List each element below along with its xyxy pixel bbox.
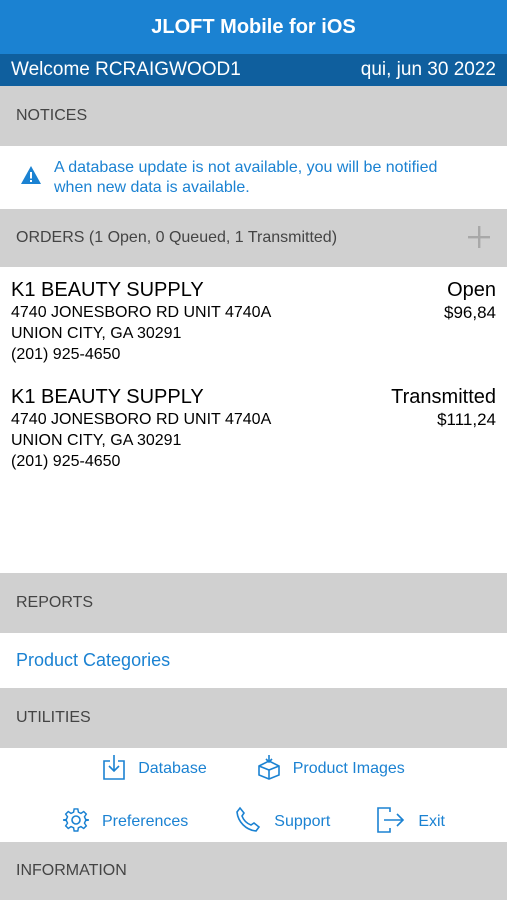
order-amount: $111,24 bbox=[437, 410, 496, 429]
product-categories-link[interactable]: Product Categories bbox=[0, 633, 507, 688]
notices-title: NOTICES bbox=[16, 107, 88, 124]
information-header: INFORMATION bbox=[0, 842, 507, 900]
phone-icon bbox=[234, 806, 274, 839]
order-item[interactable]: K1 BEAUTY SUPPLY 4740 JONESBORO RD UNIT … bbox=[0, 279, 507, 365]
orders-list: K1 BEAUTY SUPPLY 4740 JONESBORO RD UNIT … bbox=[0, 267, 507, 573]
order-address1: 4740 JONESBORO RD UNIT 4740A bbox=[11, 304, 272, 321]
database-label: Database bbox=[138, 760, 207, 777]
order-phone: (201) 925-4650 bbox=[11, 453, 121, 470]
exit-button[interactable]: Exit bbox=[376, 806, 445, 839]
welcome-bar: Welcome RCRAIGWOOD1 qui, jun 30 2022 bbox=[0, 54, 507, 86]
notice-message: A database update is not available, you … bbox=[0, 146, 507, 209]
information-title: INFORMATION bbox=[16, 862, 127, 879]
warning-icon bbox=[20, 165, 42, 190]
exit-label: Exit bbox=[418, 813, 445, 830]
product-categories-label: Product Categories bbox=[16, 650, 171, 670]
support-label: Support bbox=[274, 813, 331, 830]
order-customer: K1 BEAUTY SUPPLY bbox=[11, 279, 204, 301]
orders-title: ORDERS (1 Open, 0 Queued, 1 Transmitted) bbox=[16, 229, 338, 246]
order-status: Open bbox=[447, 279, 496, 301]
order-phone: (201) 925-4650 bbox=[11, 346, 121, 363]
product-images-label: Product Images bbox=[292, 760, 405, 777]
reports-title: REPORTS bbox=[16, 594, 94, 611]
utilities-row-1: Database Product Images bbox=[0, 748, 507, 790]
notice-text-line2: when new data is available. bbox=[54, 178, 250, 196]
notice-text-line1: A database update is not available, you … bbox=[54, 158, 438, 176]
product-images-box-icon bbox=[257, 754, 293, 785]
order-status: Transmitted bbox=[391, 386, 496, 408]
order-address1: 4740 JONESBORO RD UNIT 4740A bbox=[11, 411, 272, 428]
preferences-label: Preferences bbox=[102, 813, 189, 830]
order-item[interactable]: K1 BEAUTY SUPPLY 4740 JONESBORO RD UNIT … bbox=[0, 386, 507, 472]
preferences-button[interactable]: Preferences bbox=[62, 806, 188, 839]
support-button[interactable]: Support bbox=[234, 806, 330, 839]
utilities-title: UTILITIES bbox=[16, 709, 91, 726]
order-customer: K1 BEAUTY SUPPLY bbox=[11, 386, 204, 408]
plus-icon[interactable] bbox=[467, 221, 491, 255]
product-images-button[interactable]: Product Images bbox=[257, 754, 405, 785]
order-address2: UNION CITY, GA 30291 bbox=[11, 325, 182, 342]
utilities-header: UTILITIES bbox=[0, 688, 507, 748]
orders-header: ORDERS (1 Open, 0 Queued, 1 Transmitted) bbox=[0, 209, 507, 267]
order-address2: UNION CITY, GA 30291 bbox=[11, 432, 182, 449]
welcome-text: Welcome RCRAIGWOOD1 bbox=[11, 59, 241, 80]
app-title: JLOFT Mobile for iOS bbox=[151, 15, 356, 38]
nav-bar: JLOFT Mobile for iOS bbox=[0, 0, 507, 54]
exit-icon bbox=[376, 806, 418, 839]
order-amount: $96,84 bbox=[444, 303, 496, 322]
current-date: qui, jun 30 2022 bbox=[360, 59, 496, 80]
gear-icon bbox=[62, 806, 102, 839]
notices-header: NOTICES bbox=[0, 86, 507, 146]
database-button[interactable]: Database bbox=[102, 754, 207, 785]
reports-header: REPORTS bbox=[0, 573, 507, 633]
database-download-icon bbox=[102, 754, 138, 785]
